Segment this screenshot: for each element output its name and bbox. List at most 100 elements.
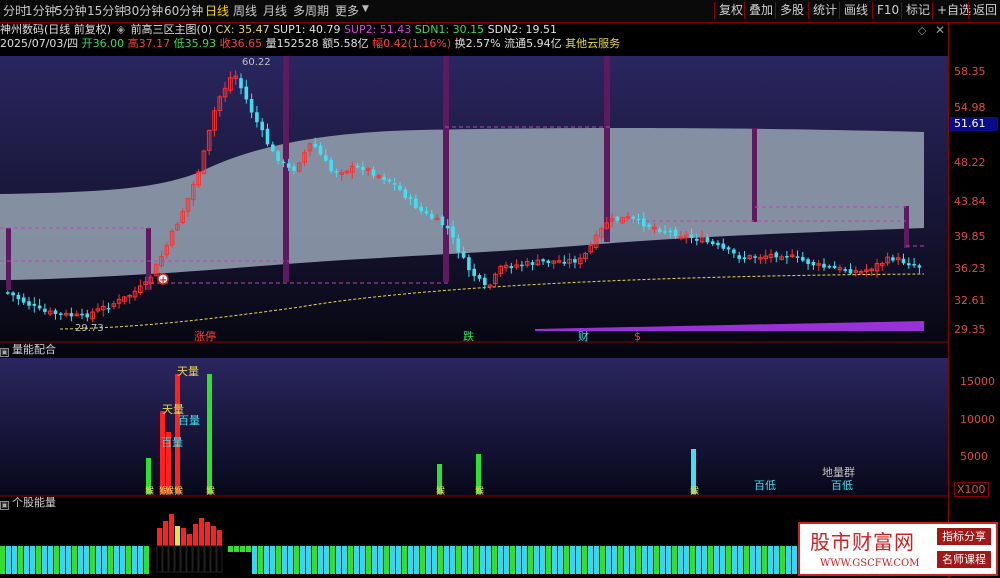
tab-daily[interactable]: 日线	[205, 3, 229, 19]
volume-marker: 猴	[174, 485, 183, 497]
resistance-marker	[904, 206, 909, 248]
collapse-icon[interactable]: ▣	[0, 348, 9, 357]
multi-stock-button[interactable]: 多股	[775, 2, 808, 19]
price-tick: 58.35	[954, 65, 986, 78]
energy-bar	[582, 546, 587, 574]
price-tick: 29.35	[954, 323, 986, 336]
overlay-button[interactable]: 叠加	[744, 2, 777, 19]
tab-30min[interactable]: 30分钟	[124, 3, 163, 19]
tab-1min[interactable]: 1分钟	[25, 3, 57, 19]
energy-bar	[654, 546, 659, 574]
energy-panel-title: ▣ 个股能量	[0, 496, 56, 510]
candle-body	[53, 310, 58, 314]
energy-bar	[462, 546, 467, 574]
candle-body	[286, 163, 291, 168]
energy-bar-positive	[169, 514, 174, 546]
energy-bar	[114, 546, 119, 574]
candle-body	[509, 266, 514, 269]
energy-bar-negative	[186, 545, 193, 573]
candle-body	[276, 151, 280, 162]
energy-bar	[552, 546, 557, 574]
energy-bar	[642, 546, 647, 574]
energy-bar	[732, 546, 737, 574]
energy-bar	[300, 546, 305, 574]
tab-60min[interactable]: 60分钟	[164, 3, 203, 19]
volume-panel-bg	[0, 358, 948, 496]
candle-body	[106, 307, 111, 310]
energy-bar	[96, 546, 101, 574]
collapse-icon[interactable]: ▣	[0, 501, 9, 510]
energy-bar	[666, 546, 671, 574]
energy-bar	[576, 546, 581, 574]
candle-body	[827, 266, 832, 268]
tab-monthly[interactable]: 月线	[263, 3, 287, 19]
energy-bar	[648, 546, 653, 574]
candle-body	[371, 169, 376, 176]
candle-body	[461, 251, 466, 258]
candle-body	[541, 259, 545, 262]
energy-bar	[120, 546, 125, 574]
candle-body	[647, 224, 651, 227]
chevron-down-icon[interactable]: ▼	[362, 4, 369, 14]
candle-body	[848, 269, 853, 274]
draw-line-button[interactable]: 画线	[839, 2, 872, 19]
energy-bar-negative	[216, 545, 223, 573]
candle-body	[573, 259, 577, 263]
price-tick: 48.22	[954, 156, 986, 169]
candle-body	[668, 230, 673, 233]
tab-multi-period[interactable]: 多周期	[293, 3, 329, 19]
energy-bar	[396, 546, 401, 574]
energy-bar	[708, 546, 713, 574]
price-tick: 43.84	[954, 195, 986, 208]
candle-body	[801, 256, 805, 261]
tab-5min[interactable]: 5分钟	[55, 3, 87, 19]
energy-bar	[594, 546, 599, 574]
energy-bar-positive	[163, 521, 168, 546]
back-button[interactable]: 返回	[968, 2, 1000, 19]
price-tick: 54.98	[954, 101, 986, 114]
energy-bar	[138, 546, 143, 574]
candle-body	[387, 179, 392, 182]
candle-body	[16, 294, 21, 300]
candle-body	[451, 226, 455, 238]
candle-body	[721, 243, 726, 249]
candle-body	[313, 144, 317, 147]
energy-bar	[498, 546, 503, 574]
energy-bar-negative	[180, 545, 187, 573]
energy-bar	[42, 546, 47, 574]
energy-bar	[66, 546, 71, 574]
candle-body	[843, 269, 847, 271]
volume-signal-label: 百量	[161, 436, 183, 449]
energy-bar	[564, 546, 569, 574]
fuquan-button[interactable]: 复权	[714, 2, 747, 19]
f10-button[interactable]: F10	[872, 2, 903, 19]
tab-fenshi[interactable]: 分时	[3, 3, 27, 19]
candle-body	[392, 183, 397, 185]
energy-bar	[702, 546, 707, 574]
energy-bar	[78, 546, 83, 574]
mark-button[interactable]: 标记	[901, 2, 934, 19]
candle-body	[467, 257, 471, 271]
watermark-title: 股市财富网	[810, 530, 915, 554]
energy-bar	[84, 546, 89, 574]
energy-bar	[684, 546, 689, 574]
energy-bar	[432, 546, 437, 574]
tab-more[interactable]: 更多	[335, 3, 359, 19]
candle-body	[27, 301, 31, 306]
energy-bar	[318, 546, 323, 574]
energy-bar	[294, 546, 299, 574]
volume-bar	[175, 374, 180, 494]
candle-body	[477, 275, 482, 279]
drop-label: 跌	[463, 329, 474, 343]
tab-15min[interactable]: 15分钟	[87, 3, 126, 19]
energy-bar	[60, 546, 65, 574]
energy-bar	[24, 546, 29, 574]
candle-body	[255, 112, 259, 123]
tab-weekly[interactable]: 周线	[233, 3, 257, 19]
energy-bar	[600, 546, 605, 574]
energy-panel-title-text: 个股能量	[12, 496, 56, 509]
candle-body	[917, 265, 922, 268]
kline-chart[interactable]: 猴猴猴猴猴猴猴猴 60.22 29.73 + 涨停 跌 财 $	[0, 22, 948, 578]
energy-bar	[246, 546, 251, 552]
stats-button[interactable]: 统计	[808, 2, 841, 19]
